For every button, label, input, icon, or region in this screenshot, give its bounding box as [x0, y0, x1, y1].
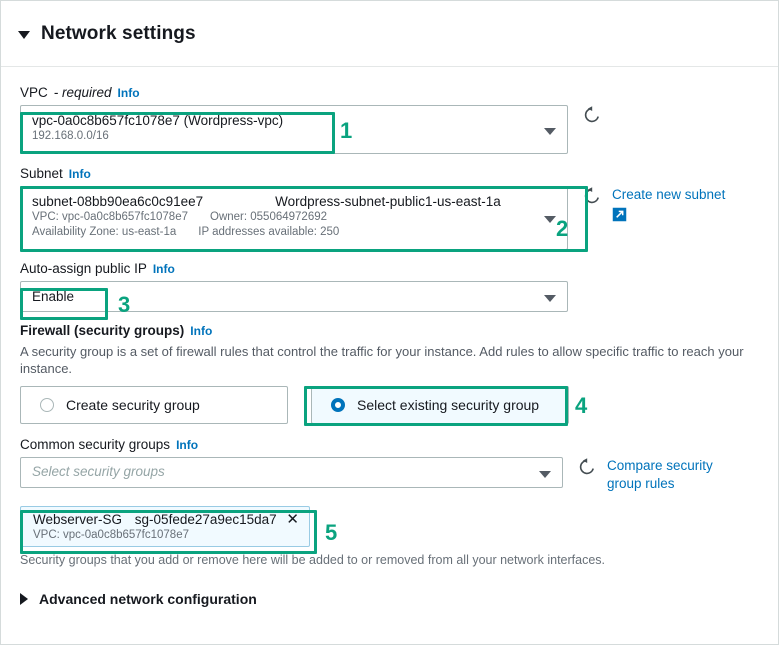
vpc-selected-value: vpc-0a0c8b657fc1078e7 (Wordpress-vpc)	[32, 113, 284, 128]
security-groups-helper-text: Security groups that you add or remove h…	[20, 553, 606, 567]
create-new-subnet-link[interactable]: Create new subnet	[612, 187, 725, 202]
common-sg-label-row: Common security groups Info	[20, 437, 760, 452]
security-groups-multiselect[interactable]: Select security groups	[20, 457, 563, 488]
advanced-network-configuration-toggle[interactable]: Advanced network configuration	[20, 591, 760, 607]
vpc-cidr: 192.168.0.0/16	[32, 130, 109, 142]
vpc-select[interactable]: vpc-0a0c8b657fc1078e7 (Wordpress-vpc) 19…	[20, 105, 568, 154]
radio-existing-label: Select existing security group	[357, 397, 540, 413]
common-sg-label: Common security groups	[20, 437, 171, 452]
subnet-az-meta: Availability Zone: us-east-1a	[32, 226, 177, 238]
vpc-info-link[interactable]: Info	[118, 86, 140, 100]
common-sg-row: Select security groups Compare security …	[20, 457, 760, 493]
firewall-radio-group: Create security group Select existing se…	[20, 386, 760, 424]
security-groups-placeholder: Select security groups	[32, 464, 165, 479]
auto-assign-public-ip-select[interactable]: Enable	[20, 281, 568, 312]
subnet-name: Wordpress-subnet-public1-us-east-1a	[275, 194, 501, 209]
auto-assign-selected-value: Enable	[32, 289, 75, 304]
firewall-label: Firewall (security groups)	[20, 323, 185, 338]
security-groups-refresh-icon[interactable]	[577, 457, 597, 477]
chevron-down-icon[interactable]	[544, 216, 556, 223]
firewall-label-row: Firewall (security groups) Info	[20, 323, 760, 338]
page-title: Network settings	[41, 22, 196, 44]
panel-header[interactable]: Network settings	[1, 1, 778, 67]
radio-icon-unselected[interactable]	[40, 398, 54, 412]
auto-assign-info-link[interactable]: Info	[153, 262, 175, 276]
chip-sg-id: sg-05fede27a9ec15da7	[134, 512, 277, 527]
subnet-meta-row-2: Availability Zone: us-east-1a IP address…	[32, 225, 533, 240]
subnet-id: subnet-08bb90ea6c0c91ee7	[32, 194, 204, 209]
subnet-select[interactable]: subnet-08bb90ea6c0c91ee7 Wordpress-subne…	[20, 186, 568, 250]
chip-title-row: Webserver-SG sg-05fede27a9ec15da7	[33, 511, 299, 528]
vpc-label-row: VPC - required Info	[20, 85, 760, 100]
subnet-meta-row-1: VPC: vpc-0a0c8b657fc1078e7 Owner: 055064…	[32, 210, 533, 225]
advanced-network-configuration-label: Advanced network configuration	[39, 591, 257, 607]
subnet-value-line: subnet-08bb90ea6c0c91ee7 Wordpress-subne…	[32, 193, 533, 210]
radio-create-security-group[interactable]: Create security group	[20, 386, 288, 424]
vpc-required-text: - required	[53, 85, 112, 100]
caret-down-icon[interactable]	[18, 30, 30, 39]
create-subnet-link-group: Create new subnet	[612, 186, 725, 227]
firewall-info-link[interactable]: Info	[190, 324, 212, 338]
panel-body: VPC - required Info vpc-0a0c8b657fc1078e…	[1, 67, 778, 607]
chevron-down-icon[interactable]	[539, 470, 551, 478]
subnet-owner-meta: Owner: 055064972692	[210, 211, 328, 223]
subnet-info-link[interactable]: Info	[69, 167, 91, 181]
vpc-refresh-icon[interactable]	[582, 105, 602, 125]
radio-select-existing-security-group[interactable]: Select existing security group	[311, 386, 569, 424]
compare-rules-link-line2[interactable]: group rules	[607, 475, 725, 493]
selected-security-group-chip[interactable]: Webserver-SG sg-05fede27a9ec15da7 VPC: v…	[20, 506, 310, 547]
chevron-down-icon[interactable]	[544, 294, 556, 302]
vpc-row: vpc-0a0c8b657fc1078e7 (Wordpress-vpc) 19…	[20, 105, 760, 154]
firewall-description: A security group is a set of firewall ru…	[20, 344, 744, 376]
radio-spacer	[288, 386, 311, 424]
vpc-label: VPC	[20, 85, 48, 100]
auto-assign-label-row: Auto-assign public IP Info	[20, 261, 760, 276]
chevron-down-icon[interactable]	[544, 127, 556, 135]
common-sg-info-link[interactable]: Info	[176, 438, 198, 452]
auto-assign-label: Auto-assign public IP	[20, 261, 147, 276]
radio-create-label: Create security group	[66, 397, 200, 413]
external-link-icon[interactable]	[612, 207, 725, 227]
chip-sg-name: Webserver-SG	[33, 512, 123, 527]
subnet-row: subnet-08bb90ea6c0c91ee7 Wordpress-subne…	[20, 186, 760, 250]
radio-icon-selected[interactable]	[331, 398, 345, 412]
chip-sg-vpc: VPC: vpc-0a0c8b657fc1078e7	[33, 529, 189, 541]
subnet-vpc-meta: VPC: vpc-0a0c8b657fc1078e7	[32, 211, 188, 223]
caret-right-icon[interactable]	[20, 593, 28, 605]
compare-rules-link-group[interactable]: Compare security group rules	[607, 457, 725, 493]
subnet-refresh-icon[interactable]	[582, 186, 602, 206]
subnet-ip-meta: IP addresses available: 250	[198, 226, 340, 238]
network-settings-panel: Network settings VPC - required Info vpc…	[0, 0, 779, 645]
compare-rules-link-line1[interactable]: Compare security	[607, 457, 725, 475]
subnet-label-row: Subnet Info	[20, 166, 760, 181]
close-icon[interactable]: ✕	[286, 512, 299, 527]
subnet-label: Subnet	[20, 166, 63, 181]
